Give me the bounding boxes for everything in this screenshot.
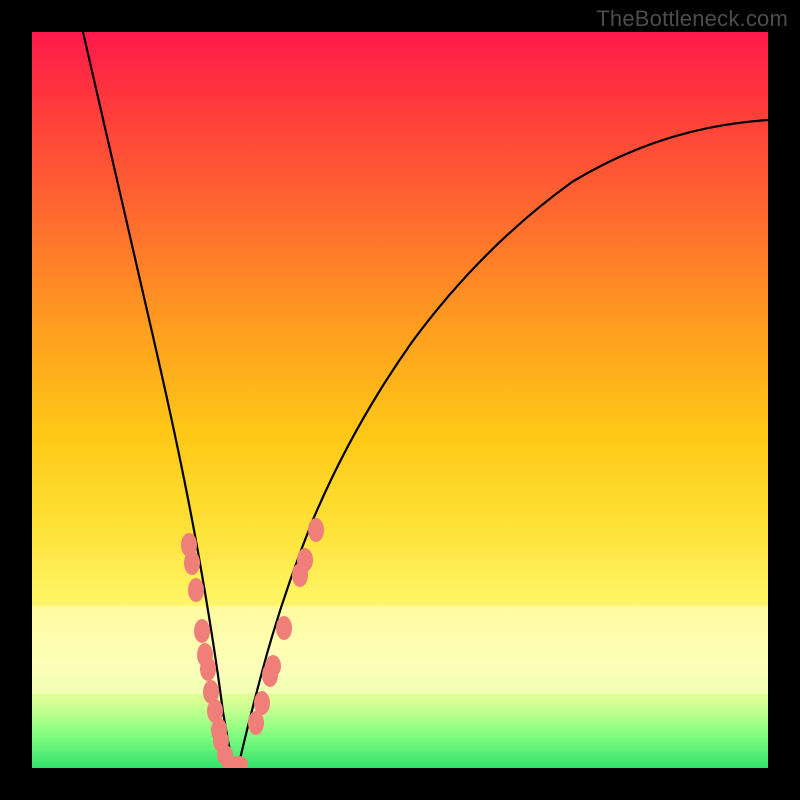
right-curve-line — [238, 120, 768, 768]
highlight-dot — [276, 616, 292, 640]
highlight-dot — [188, 578, 204, 602]
highlight-dots-group — [181, 518, 324, 768]
highlight-dot — [265, 655, 281, 677]
chart-frame: TheBottleneck.com — [0, 0, 800, 800]
plot-area — [32, 32, 768, 768]
highlight-dot — [200, 657, 216, 681]
highlight-dot — [297, 548, 313, 572]
curves-layer — [32, 32, 768, 768]
highlight-dot — [308, 518, 324, 542]
watermark-text: TheBottleneck.com — [596, 6, 788, 32]
highlight-dot — [194, 619, 210, 643]
highlight-dot — [254, 691, 270, 715]
highlight-dot — [184, 551, 200, 575]
